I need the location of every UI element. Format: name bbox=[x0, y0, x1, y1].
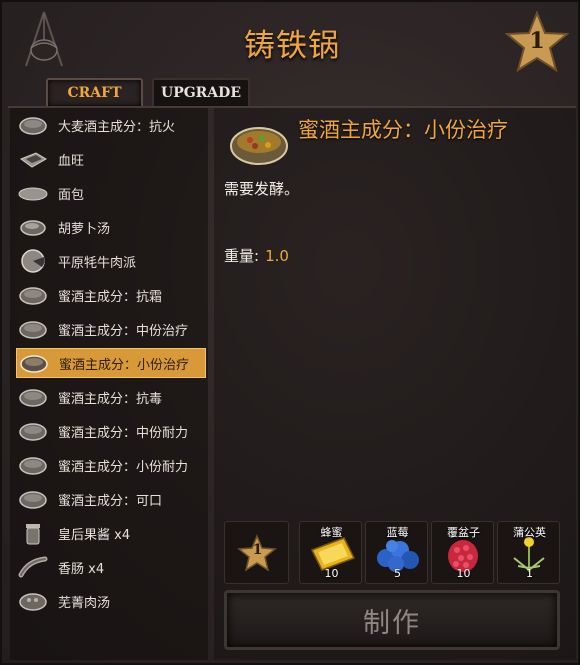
tab-craft[interactable]: CRAFT bbox=[46, 78, 143, 106]
recipe-item[interactable]: 蜜酒主成分：中份耐力 bbox=[16, 416, 206, 446]
weight-label: 重量: bbox=[224, 247, 260, 265]
ingredient-qty: 1 bbox=[526, 567, 533, 580]
recipe-label: 面包 bbox=[58, 187, 85, 203]
recipe-title: 蜜酒主成分：小份治疗 bbox=[298, 118, 508, 142]
recipe-label: 蜜酒主成分：中份治疗 bbox=[58, 323, 189, 339]
recipe-label: 大麦酒主成分：抗火 bbox=[58, 119, 176, 135]
ingredient-qty: 10 bbox=[324, 567, 339, 580]
bowl-icon bbox=[19, 457, 47, 475]
ingredient-slot: 蓝莓 5 bbox=[365, 521, 428, 584]
recipe-item[interactable]: 皇后果酱 x4 bbox=[16, 518, 206, 548]
bowl-icon bbox=[19, 593, 47, 611]
bread-icon bbox=[18, 187, 48, 201]
recipe-label: 蜜酒主成分：抗霜 bbox=[58, 289, 163, 305]
tab-upgrade[interactable]: UPGRADE bbox=[152, 78, 250, 106]
ingredient-name: 蒲公英 bbox=[513, 526, 546, 539]
weight-value: 1.0 bbox=[265, 247, 289, 265]
recipe-weight: 重量: 1.0 bbox=[224, 245, 289, 266]
required-level-value: 1 bbox=[252, 542, 263, 558]
recipe-label: 芜菁肉汤 bbox=[58, 595, 111, 611]
recipe-label: 蜜酒主成分：中份耐力 bbox=[58, 425, 189, 441]
recipe-item[interactable]: 蜜酒主成分：小份耐力 bbox=[16, 450, 206, 480]
recipe-item[interactable]: 平原牦牛肉派 bbox=[16, 246, 206, 276]
recipe-label: 蜜酒主成分：小份治疗 bbox=[59, 357, 190, 373]
sausage-icon bbox=[18, 556, 48, 578]
mead-base-bowl-icon bbox=[230, 127, 288, 165]
recipe-label: 蜜酒主成分：小份耐力 bbox=[58, 459, 189, 475]
recipe-label: 香肠 x4 bbox=[58, 561, 105, 577]
ingredient-name: 蓝莓 bbox=[386, 526, 409, 539]
bowl-icon bbox=[19, 287, 47, 305]
ingredient-slot: 蒲公英 1 bbox=[497, 521, 560, 584]
recipe-item[interactable]: 血旺 bbox=[16, 144, 206, 174]
ingredient-name: 蜂蜜 bbox=[320, 526, 343, 539]
recipe-item[interactable]: 面包 bbox=[16, 178, 206, 208]
recipe-item-selected[interactable]: 蜜酒主成分：小份治疗 bbox=[16, 348, 206, 378]
bowl-icon bbox=[19, 389, 47, 407]
recipe-item[interactable]: 芜菁肉汤 bbox=[16, 586, 206, 616]
bowl-icon bbox=[19, 117, 47, 135]
recipe-item[interactable]: 大麦酒主成分：抗火 bbox=[16, 110, 206, 140]
recipe-label: 皇后果酱 x4 bbox=[58, 527, 131, 543]
recipe-label: 胡萝卜汤 bbox=[58, 221, 111, 237]
page-title: 铸铁锅 bbox=[244, 28, 340, 64]
recipe-item[interactable]: 蜜酒主成分：中份治疗 bbox=[16, 314, 206, 344]
craft-button[interactable]: 制作 bbox=[224, 590, 560, 650]
bowl-icon bbox=[20, 355, 48, 373]
recipe-item[interactable]: 蜜酒主成分：可口 bbox=[16, 484, 206, 514]
required-level-slot: 1 bbox=[224, 521, 289, 584]
header: 铸铁锅 1 bbox=[2, 2, 580, 80]
pie-icon bbox=[21, 249, 45, 273]
recipe-item[interactable]: 蜜酒主成分：抗毒 bbox=[16, 382, 206, 412]
recipe-list[interactable]: 大麦酒主成分：抗火 血旺 面包 胡萝卜汤 平原牦牛肉派 蜜酒主成分：抗霜 蜜酒主… bbox=[10, 108, 208, 660]
recipe-item[interactable]: 胡萝卜汤 bbox=[16, 212, 206, 242]
bowl-icon bbox=[19, 423, 47, 441]
ingredient-slot: 覆盆子 10 bbox=[431, 521, 494, 584]
ingredient-qty: 5 bbox=[394, 567, 401, 580]
blood-pudding-icon bbox=[19, 152, 47, 168]
bowl-icon bbox=[19, 321, 47, 339]
recipe-description: 需要发酵。 bbox=[224, 180, 300, 198]
crafting-panel: 铸铁锅 1 CRAFT UPGRADE 大麦酒主成分：抗火 血旺 面包 胡萝卜汤 bbox=[0, 0, 580, 665]
bowl-icon bbox=[20, 220, 46, 236]
jam-jar-icon bbox=[26, 524, 40, 545]
ingredient-qty: 10 bbox=[456, 567, 471, 580]
ingredient-slot: 蜂蜜 10 bbox=[299, 521, 362, 584]
bowl-icon bbox=[19, 491, 47, 509]
recipe-label: 蜜酒主成分：可口 bbox=[58, 493, 163, 509]
recipe-label: 蜜酒主成分：抗毒 bbox=[58, 391, 163, 407]
recipe-item[interactable]: 蜜酒主成分：抗霜 bbox=[16, 280, 206, 310]
recipe-label: 血旺 bbox=[58, 153, 85, 169]
station-level-value: 1 bbox=[529, 28, 545, 54]
recipe-label: 平原牦牛肉派 bbox=[58, 255, 137, 271]
station-level-badge: 1 bbox=[504, 10, 570, 74]
ingredient-name: 覆盆子 bbox=[447, 526, 480, 539]
recipe-item[interactable]: 香肠 x4 bbox=[16, 552, 206, 582]
